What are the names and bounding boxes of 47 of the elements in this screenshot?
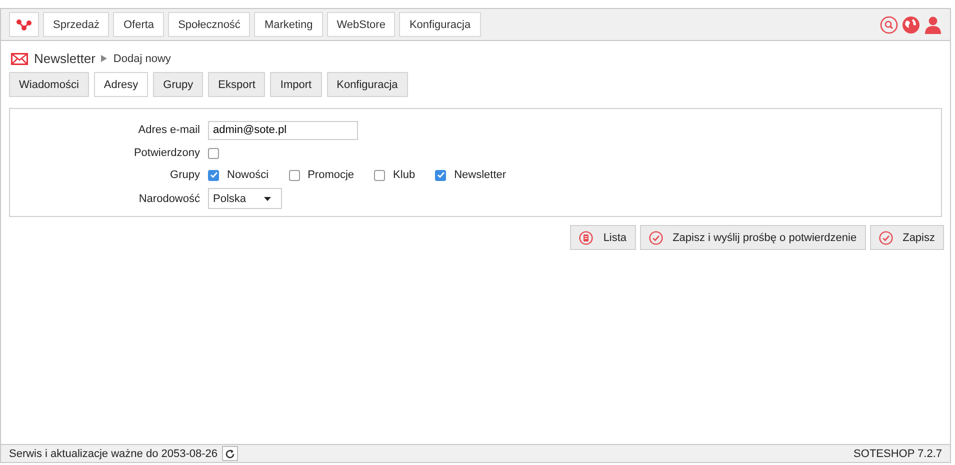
- menu-button[interactable]: WebStore: [326, 12, 396, 37]
- action-button[interactable]: Lista: [570, 225, 636, 250]
- checkbox-label: Newsletter: [454, 169, 506, 181]
- menu-button[interactable]: Sprzedaż: [43, 12, 110, 37]
- search-icon[interactable]: [880, 16, 898, 34]
- tab[interactable]: Adresy: [94, 72, 148, 97]
- breadcrumb-arrow-icon: [101, 55, 108, 62]
- action-button[interactable]: Zapisz: [870, 225, 944, 250]
- menu-button[interactable]: Oferta: [113, 12, 164, 37]
- refresh-icon: [224, 448, 235, 458]
- checkbox[interactable]: [288, 170, 300, 180]
- action-button[interactable]: Zapisz i wyślij prośbę o potwierdzenie: [640, 225, 866, 250]
- logo-button[interactable]: [9, 12, 39, 37]
- envelope-icon: [11, 52, 28, 64]
- tab[interactable]: Eksport: [208, 72, 266, 97]
- tab[interactable]: Wiadomości: [9, 72, 89, 97]
- license-text: Serwis i aktualizacje ważne do 2053-08-26: [9, 448, 218, 460]
- checkbox[interactable]: [208, 170, 219, 180]
- field-label: Potwierdzony: [132, 147, 201, 159]
- checkbox-label: Nowości: [227, 169, 269, 181]
- breadcrumb-current: Dodaj nowy: [113, 52, 171, 64]
- checkbox-label: Klub: [393, 169, 416, 181]
- refresh-button[interactable]: [222, 446, 238, 461]
- logo-icon: [16, 18, 32, 30]
- check-icon: [878, 230, 893, 244]
- list-icon: [579, 230, 594, 244]
- checkbox-label: Promocje: [308, 169, 354, 181]
- version-text: SOTESHOP 7.2.7: [854, 448, 942, 460]
- email-field[interactable]: admin@sote.pl: [208, 120, 358, 140]
- checkbox[interactable]: [374, 170, 386, 180]
- globe-icon[interactable]: [902, 16, 920, 34]
- field-label: Narodowość: [138, 192, 201, 204]
- field-label: Adres e-mail: [137, 124, 201, 136]
- menu-button[interactable]: Konfiguracja: [399, 12, 481, 37]
- caret-icon: [264, 196, 271, 200]
- tab[interactable]: Import: [270, 72, 322, 97]
- tab[interactable]: Grupy: [153, 72, 204, 97]
- checkbox[interactable]: [208, 148, 219, 158]
- check-icon: [648, 230, 663, 244]
- field-label: Grupy: [169, 169, 201, 181]
- nationality-dropdown[interactable]: Polska: [208, 188, 282, 209]
- menu-button[interactable]: Marketing: [254, 12, 323, 37]
- user-icon[interactable]: [924, 16, 942, 34]
- page-title: Newsletter: [34, 51, 96, 66]
- tab[interactable]: Konfiguracja: [326, 72, 408, 97]
- checkbox[interactable]: [435, 170, 446, 180]
- menu-button[interactable]: Społeczność: [168, 12, 250, 37]
